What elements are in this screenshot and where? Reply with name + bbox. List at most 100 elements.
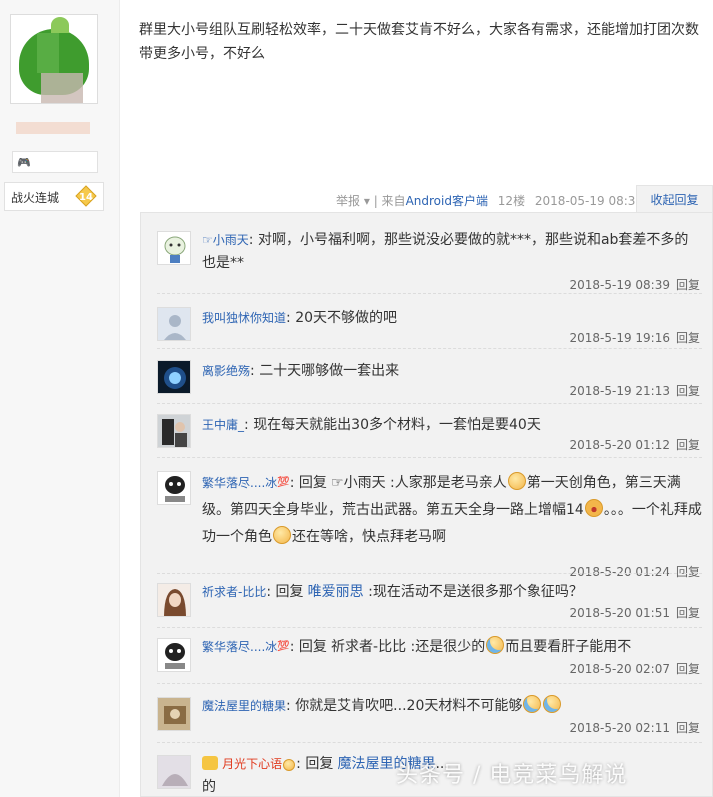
reply-footer: 2018-5-19 08:39 回复	[569, 276, 700, 293]
shocked-emoji-icon	[584, 499, 603, 517]
author-badge[interactable]: 🎮	[12, 151, 98, 173]
reply-username[interactable]: 魔法屋里的糖果	[202, 699, 286, 713]
smile-emoji-icon	[283, 759, 296, 771]
reply-text: 现在每天就能出30多个材料，一套怕是要40天	[253, 417, 541, 433]
reply-time: 2018-5-19 21:13	[569, 384, 670, 398]
reply-button[interactable]: 回复	[676, 565, 700, 579]
user-avatar[interactable]	[157, 414, 191, 448]
reply-button[interactable]: 回复	[676, 662, 700, 676]
user-avatar[interactable]	[157, 697, 191, 731]
reply-username[interactable]: 月光下心语	[222, 757, 282, 771]
reply-body: 离影绝殇: 二十天哪够做一套出来	[202, 360, 702, 383]
reply-username[interactable]: 小雨天	[213, 233, 249, 247]
reply-text: 还在等啥，快点拜老马啊	[292, 529, 446, 545]
reply-body: 祈求者-比比: 回复 唯爱丽思 :现在活动不是送很多那个象征吗？	[202, 581, 702, 604]
reply-text: 你就是艾肯吹吧...20天材料不可能够	[295, 698, 523, 714]
reply-button[interactable]: 回复	[676, 721, 700, 735]
chevron-down-icon[interactable]: ▾	[364, 194, 370, 208]
reply-text: 20天不够做的吧	[295, 310, 398, 326]
reply-footer: 2018-5-19 19:16 回复	[569, 329, 700, 346]
reply-list: ☞小雨天: 对啊，小号福利啊，那些说没必要做的就***，那些说和ab套差不多的也…	[140, 212, 713, 797]
avatar-mosaic	[41, 73, 83, 103]
cartoon-avatar-icon	[158, 232, 190, 264]
reply-username[interactable]: 祈求者-比比	[202, 585, 266, 599]
reply-username[interactable]: 离影绝殇	[202, 364, 250, 378]
reply-time: 2018-5-19 19:16	[569, 331, 670, 345]
reply-separator: :	[296, 756, 306, 772]
reply-time: 2018-5-19 08:39	[569, 278, 670, 292]
reply-username[interactable]: 繁华落尽....冰	[202, 476, 277, 490]
reply-user-prefix: ☞	[202, 233, 213, 247]
collapse-replies-button[interactable]: 收起回复	[636, 185, 713, 213]
medal-icon: 💯	[277, 641, 290, 652]
reply-text: :还是很少的	[406, 639, 486, 655]
divider	[157, 742, 702, 743]
level-badge-icon: 14	[75, 185, 97, 207]
reply-username[interactable]: 我叫独怵你知道	[202, 311, 286, 325]
divider	[157, 683, 702, 684]
smile-emoji-icon	[507, 472, 526, 490]
user-avatar[interactable]	[157, 755, 191, 789]
sweat-emoji-icon	[523, 695, 542, 713]
divider	[157, 457, 702, 458]
reply-body: 魔法屋里的糖果: 你就是艾肯吹吧...20天材料不可能够	[202, 695, 702, 718]
reply-time: 2018-5-20 01:51	[569, 606, 670, 620]
reply-button[interactable]: 回复	[676, 606, 700, 620]
gamepad-icon: 🎮	[17, 156, 31, 169]
reply-button[interactable]: 回复	[676, 384, 700, 398]
reply-body: 我叫独怵你知道: 20天不够做的吧	[202, 307, 702, 330]
dark-orb-avatar-icon	[158, 361, 190, 393]
watermark: 头条号 / 电竞菜鸟解说	[396, 763, 628, 788]
reply-username[interactable]: 繁华落尽....冰	[202, 640, 277, 654]
reply-footer: 2018-5-20 02:07 回复	[569, 660, 700, 677]
reply-footer: 2018-5-19 21:13 回复	[569, 382, 700, 399]
report-link[interactable]: 举报	[336, 194, 360, 208]
reply-text: :现在活动不是送很多那个象征吗？	[363, 584, 583, 600]
reply-separator: :	[250, 363, 260, 379]
reply-footer: 2018-5-20 01:51 回复	[569, 604, 700, 621]
post-datetime: 2018-05-19 08:37	[534, 194, 644, 208]
reply-button[interactable]: 回复	[676, 438, 700, 452]
author-guild[interactable]: 战火连城 14	[4, 182, 104, 211]
meme-face-avatar-icon	[158, 639, 190, 671]
reply-word: 回复	[298, 639, 327, 655]
user-avatar[interactable]	[157, 360, 191, 394]
reply-target[interactable]: ☞小雨天	[331, 475, 386, 491]
reply-separator: :	[266, 584, 276, 600]
reply-username[interactable]: 王中庸_	[202, 418, 244, 432]
person-photo-avatar-icon	[158, 415, 190, 447]
reply-time: 2018-5-20 01:24	[569, 565, 670, 579]
reply-button[interactable]: 回复	[676, 278, 700, 292]
reply-text: 二十天哪够做一套出来	[259, 363, 400, 379]
post-meta: 举报 ▾ | 来自Android客户端 12楼 2018-05-19 08:37	[336, 192, 643, 209]
user-avatar[interactable]	[157, 307, 191, 341]
reply-button[interactable]: 回复	[676, 331, 700, 345]
reply-time: 2018-5-20 02:07	[569, 662, 670, 676]
source-client-link[interactable]: Android客户端	[406, 194, 488, 208]
author-avatar[interactable]	[10, 14, 98, 104]
reply-separator: :	[248, 232, 258, 248]
reply-body: 繁华落尽....冰💯: 回复 祈求者-比比 :还是很少的 而且要看肝子能用不	[202, 636, 702, 659]
reply-target[interactable]: 祈求者-比比	[331, 639, 406, 655]
sweat-emoji-icon	[543, 695, 562, 713]
anime-girl-avatar-icon	[158, 584, 190, 616]
user-avatar[interactable]	[157, 583, 191, 617]
reply-text: 而且要看肝子能用不	[505, 639, 632, 655]
user-avatar[interactable]	[157, 231, 191, 265]
meme-face-avatar-icon	[158, 472, 190, 504]
source-prefix: | 来自	[373, 194, 406, 208]
reply-time: 2018-5-20 01:12	[569, 438, 670, 452]
reply-separator: :	[244, 417, 254, 433]
author-name-blurred	[16, 122, 90, 134]
reply-target[interactable]: 唯爱丽思	[308, 584, 364, 600]
sweat-emoji-icon	[486, 636, 505, 654]
reply-word: 回复	[305, 756, 334, 772]
vip-icon	[202, 756, 218, 770]
reply-text: 对啊，小号福利啊，那些说没必要做的就***，那些说和ab套差不多的也是**	[202, 232, 689, 271]
user-avatar[interactable]	[157, 471, 191, 505]
avatar-mosaic	[37, 33, 59, 73]
reply-separator: :	[286, 698, 296, 714]
divider	[157, 403, 702, 404]
user-avatar[interactable]	[157, 638, 191, 672]
reply-separator: :	[286, 310, 296, 326]
